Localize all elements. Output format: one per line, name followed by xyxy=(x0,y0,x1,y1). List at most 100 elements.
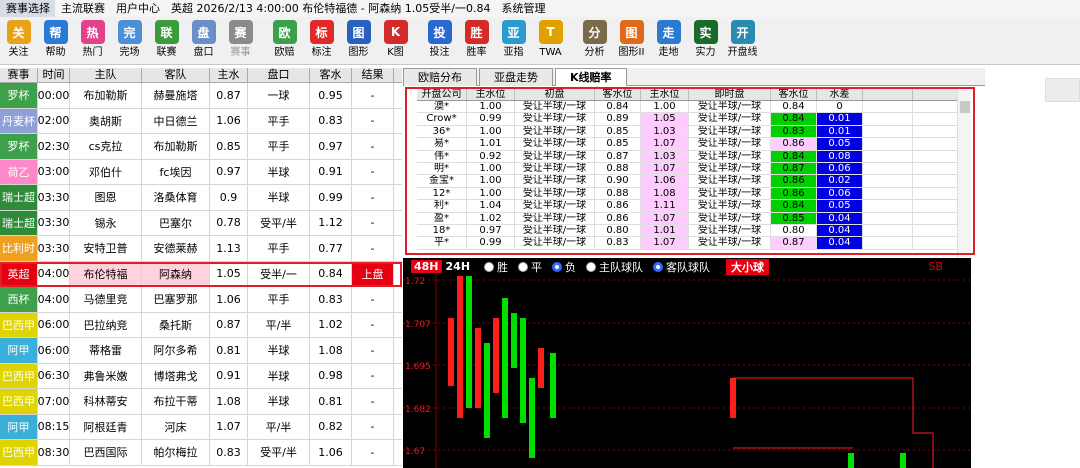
match-row[interactable]: 瑞士超 03:30 锡永 巴塞尔 0.78 受平/半 1.12- xyxy=(0,210,402,236)
match-row[interactable]: 罗杯 02:30 cs克拉 布加勒斯 0.85 平手 0.97- xyxy=(0,134,402,160)
toolbar-button-19[interactable]: 开开盘线 xyxy=(724,17,761,64)
toolbar-button-13[interactable]: 亚亚指 xyxy=(495,17,532,64)
toolbar-button-5[interactable]: 盘盘口 xyxy=(185,17,222,64)
match-aw: 0.82 xyxy=(310,414,352,439)
match-hw: 1.13 xyxy=(210,236,248,261)
menu-item-2[interactable]: 用户中心 xyxy=(110,0,165,17)
tab-2[interactable]: K线赔率 xyxy=(555,68,627,86)
odds-blank xyxy=(863,150,913,162)
match-row[interactable]: 巴西甲 07:00 科林蒂安 布拉干蒂 1.08 半球 0.81- xyxy=(0,389,402,415)
toolbar-label: 开盘线 xyxy=(727,47,758,58)
match-row[interactable]: 丹麦杯 02:00 奥胡斯 中日德兰 1.06 平手 0.83- xyxy=(0,108,402,134)
match-hc: 半球 xyxy=(248,185,310,210)
odds-row[interactable]: 12* 1.00 受让半球/一球 0.88 1.08 受让半球/一球 0.86 0.06 xyxy=(417,187,971,201)
match-col-header[interactable]: 盘口 xyxy=(248,68,310,82)
match-away: 安德莱赫 xyxy=(142,236,210,261)
odds-blank xyxy=(863,237,913,249)
odds-d: 0.06 xyxy=(817,187,863,200)
toolbar-button-4[interactable]: 联联赛 xyxy=(148,17,185,64)
toolbar-button-17[interactable]: 走走地 xyxy=(650,17,687,64)
toolbar-button-18[interactable]: 实实力 xyxy=(687,17,724,64)
match-res: - xyxy=(352,236,394,261)
toolbar-button-15[interactable]: 分分析 xyxy=(576,17,613,64)
toolbar-button-8[interactable]: 标标注 xyxy=(303,17,340,64)
match-row[interactable]: 比利时 03:30 安特卫普 安德莱赫 1.13 平手 0.77- xyxy=(0,236,402,262)
match-row[interactable]: 罗杯 00:00 布加勒斯 赫曼施塔 0.87 一球 0.95- xyxy=(0,83,402,109)
odds-a2: 0.87 xyxy=(771,162,817,175)
odds-row[interactable]: 平* 0.99 受让半球/一球 0.83 1.07 受让半球/一球 0.87 0.04 xyxy=(417,237,971,250)
odds-row[interactable]: 澳* 1.00 受让半球/一球 0.84 1.00 受让半球/一球 0.84 0 xyxy=(417,101,971,114)
candle xyxy=(900,453,906,468)
odds-row[interactable]: 伟* 0.92 受让半球/一球 0.87 1.03 受让半球/一球 0.84 0.08 xyxy=(417,150,971,163)
odds-scrollbar[interactable] xyxy=(957,87,971,259)
odds-row[interactable]: 易* 1.01 受让半球/一球 0.85 1.07 受让半球/一球 0.86 0.05 xyxy=(417,138,971,151)
open-line-icon: 开 xyxy=(730,20,755,44)
toolbar-button-10[interactable]: K K图 xyxy=(377,17,414,64)
match-row[interactable]: 阿甲 06:00 蒂格雷 阿尔多希 0.81 半球 1.08- xyxy=(0,338,402,364)
match-row[interactable]: 西杯 04:00 马德里竞 巴塞罗那 1.06 平手 0.83- xyxy=(0,287,402,313)
odds-row[interactable]: 利* 1.04 受让半球/一球 0.86 1.11 受让半球/一球 0.84 0.05 xyxy=(417,200,971,213)
odds-row[interactable]: 18* 0.97 受让半球/一球 0.80 1.01 受让半球/一球 0.80 0.04 xyxy=(417,224,971,238)
menu-item-3[interactable]: 英超 2026/2/13 4:00:00 布伦特福德 - 阿森纳 1.05受半/… xyxy=(165,0,495,17)
match-row[interactable]: 巴西甲 08:30 巴西国际 帕尔梅拉 0.83 受平/半 1.06- xyxy=(0,440,402,466)
match-row[interactable]: 荷乙 03:00 邓伯什 fc埃因 0.97 半球 0.91- xyxy=(0,159,402,185)
toolbar-button-16[interactable]: 图图形II xyxy=(613,17,650,64)
menu-item-0[interactable]: 赛事选择 xyxy=(0,0,55,17)
menu-item-4[interactable]: 系统管理 xyxy=(495,0,550,17)
odds-a2: 0.83 xyxy=(771,125,817,138)
odds-row[interactable]: 36* 1.00 受让半球/一球 0.85 1.03 受让半球/一球 0.83 0.01 xyxy=(417,125,971,139)
toolbar-button-14[interactable]: T TWA xyxy=(532,17,569,64)
odds-h1: 1.00 xyxy=(467,101,515,113)
match-col-header[interactable]: 主队 xyxy=(70,68,142,82)
toolbar-button-9[interactable]: 图图形 xyxy=(340,17,377,64)
toolbar-label: 图形II xyxy=(618,47,645,58)
odds-row[interactable]: 金宝* 1.00 受让半球/一球 0.90 1.06 受让半球/一球 0.86 0.02 xyxy=(417,175,971,188)
tab-1[interactable]: 亚盘走势 xyxy=(479,68,553,86)
toolbar-button-1[interactable]: 帮帮助 xyxy=(37,17,74,64)
toolbar-button-2[interactable]: 热热门 xyxy=(74,17,111,64)
match-row[interactable]: 巴西甲 06:00 巴拉纳竞 桑托斯 0.87 平/半 1.02- xyxy=(0,312,402,338)
match-hc: 一球 xyxy=(248,83,310,108)
toolbar-button-11[interactable]: 投投注 xyxy=(421,17,458,64)
match-col-header[interactable]: 赛事 xyxy=(0,68,38,82)
match-time: 00:00 xyxy=(38,83,70,108)
match-row[interactable]: 瑞士超 03:30 图恩 洛桑体育 0.9 半球 0.99- xyxy=(0,185,402,211)
match-aw: 1.08 xyxy=(310,338,352,363)
match-col-header[interactable]: 客水 xyxy=(310,68,352,82)
odds-a1: 0.86 xyxy=(595,200,641,212)
match-time: 06:00 xyxy=(38,338,70,363)
match-home: 安特卫普 xyxy=(70,236,142,261)
match-col-header[interactable]: 时间 xyxy=(38,68,70,82)
tab-0[interactable]: 欧赔分布 xyxy=(403,68,477,86)
odds-l2: 受让半球/一球 xyxy=(689,150,771,162)
menu-item-1[interactable]: 主流联赛 xyxy=(55,0,110,17)
toolbar-button-7[interactable]: 欧欧赔 xyxy=(266,17,303,64)
odds-a1: 0.86 xyxy=(595,212,641,224)
odds-blank xyxy=(863,162,913,175)
match-row[interactable]: 英超 04:00 布伦特福 阿森纳 1.05 受半/一 0.84 上盘 xyxy=(0,261,402,287)
match-league: 巴西甲 xyxy=(0,389,38,414)
toolbar-button-0[interactable]: 关关注 xyxy=(0,17,37,64)
match-col-header[interactable]: 结果 xyxy=(352,68,394,82)
match-res: - xyxy=(352,83,394,108)
match-res: 上盘 xyxy=(352,261,394,286)
toolbar-separator xyxy=(414,17,421,64)
match-time: 02:00 xyxy=(38,108,70,133)
odds-row[interactable]: Crow* 0.99 受让半球/一球 0.89 1.05 受让半球/一球 0.84 0.01 xyxy=(417,113,971,126)
odds-row[interactable]: 明* 1.00 受让半球/一球 0.88 1.07 受让半球/一球 0.87 0.06 xyxy=(417,162,971,176)
match-away: 布加勒斯 xyxy=(142,134,210,159)
toolbar-label: 投注 xyxy=(429,47,450,58)
odds-co: 36* xyxy=(417,125,467,138)
toolbar-button-12[interactable]: 胜胜率 xyxy=(458,17,495,64)
match-col-header[interactable]: 客队 xyxy=(142,68,210,82)
match-row[interactable]: 巴西甲 06:30 弗鲁米嫩 博塔弗戈 0.91 半球 0.98- xyxy=(0,363,402,389)
odds-row[interactable]: 盈* 1.02 受让半球/一球 0.86 1.07 受让半球/一球 0.85 0.04 xyxy=(417,212,971,225)
toolbar-button-3[interactable]: 完完场 xyxy=(111,17,148,64)
match-league: 瑞士超 xyxy=(0,210,38,235)
toolbar-label: 实力 xyxy=(695,47,716,58)
match-row[interactable]: 阿甲 08:15 阿根廷青 河床 1.07 平/半 0.82- xyxy=(0,414,402,440)
match-res: - xyxy=(352,108,394,133)
match-col-header[interactable]: 主水 xyxy=(210,68,248,82)
match-aw: 0.83 xyxy=(310,108,352,133)
heart-red-icon: 标 xyxy=(309,20,334,44)
